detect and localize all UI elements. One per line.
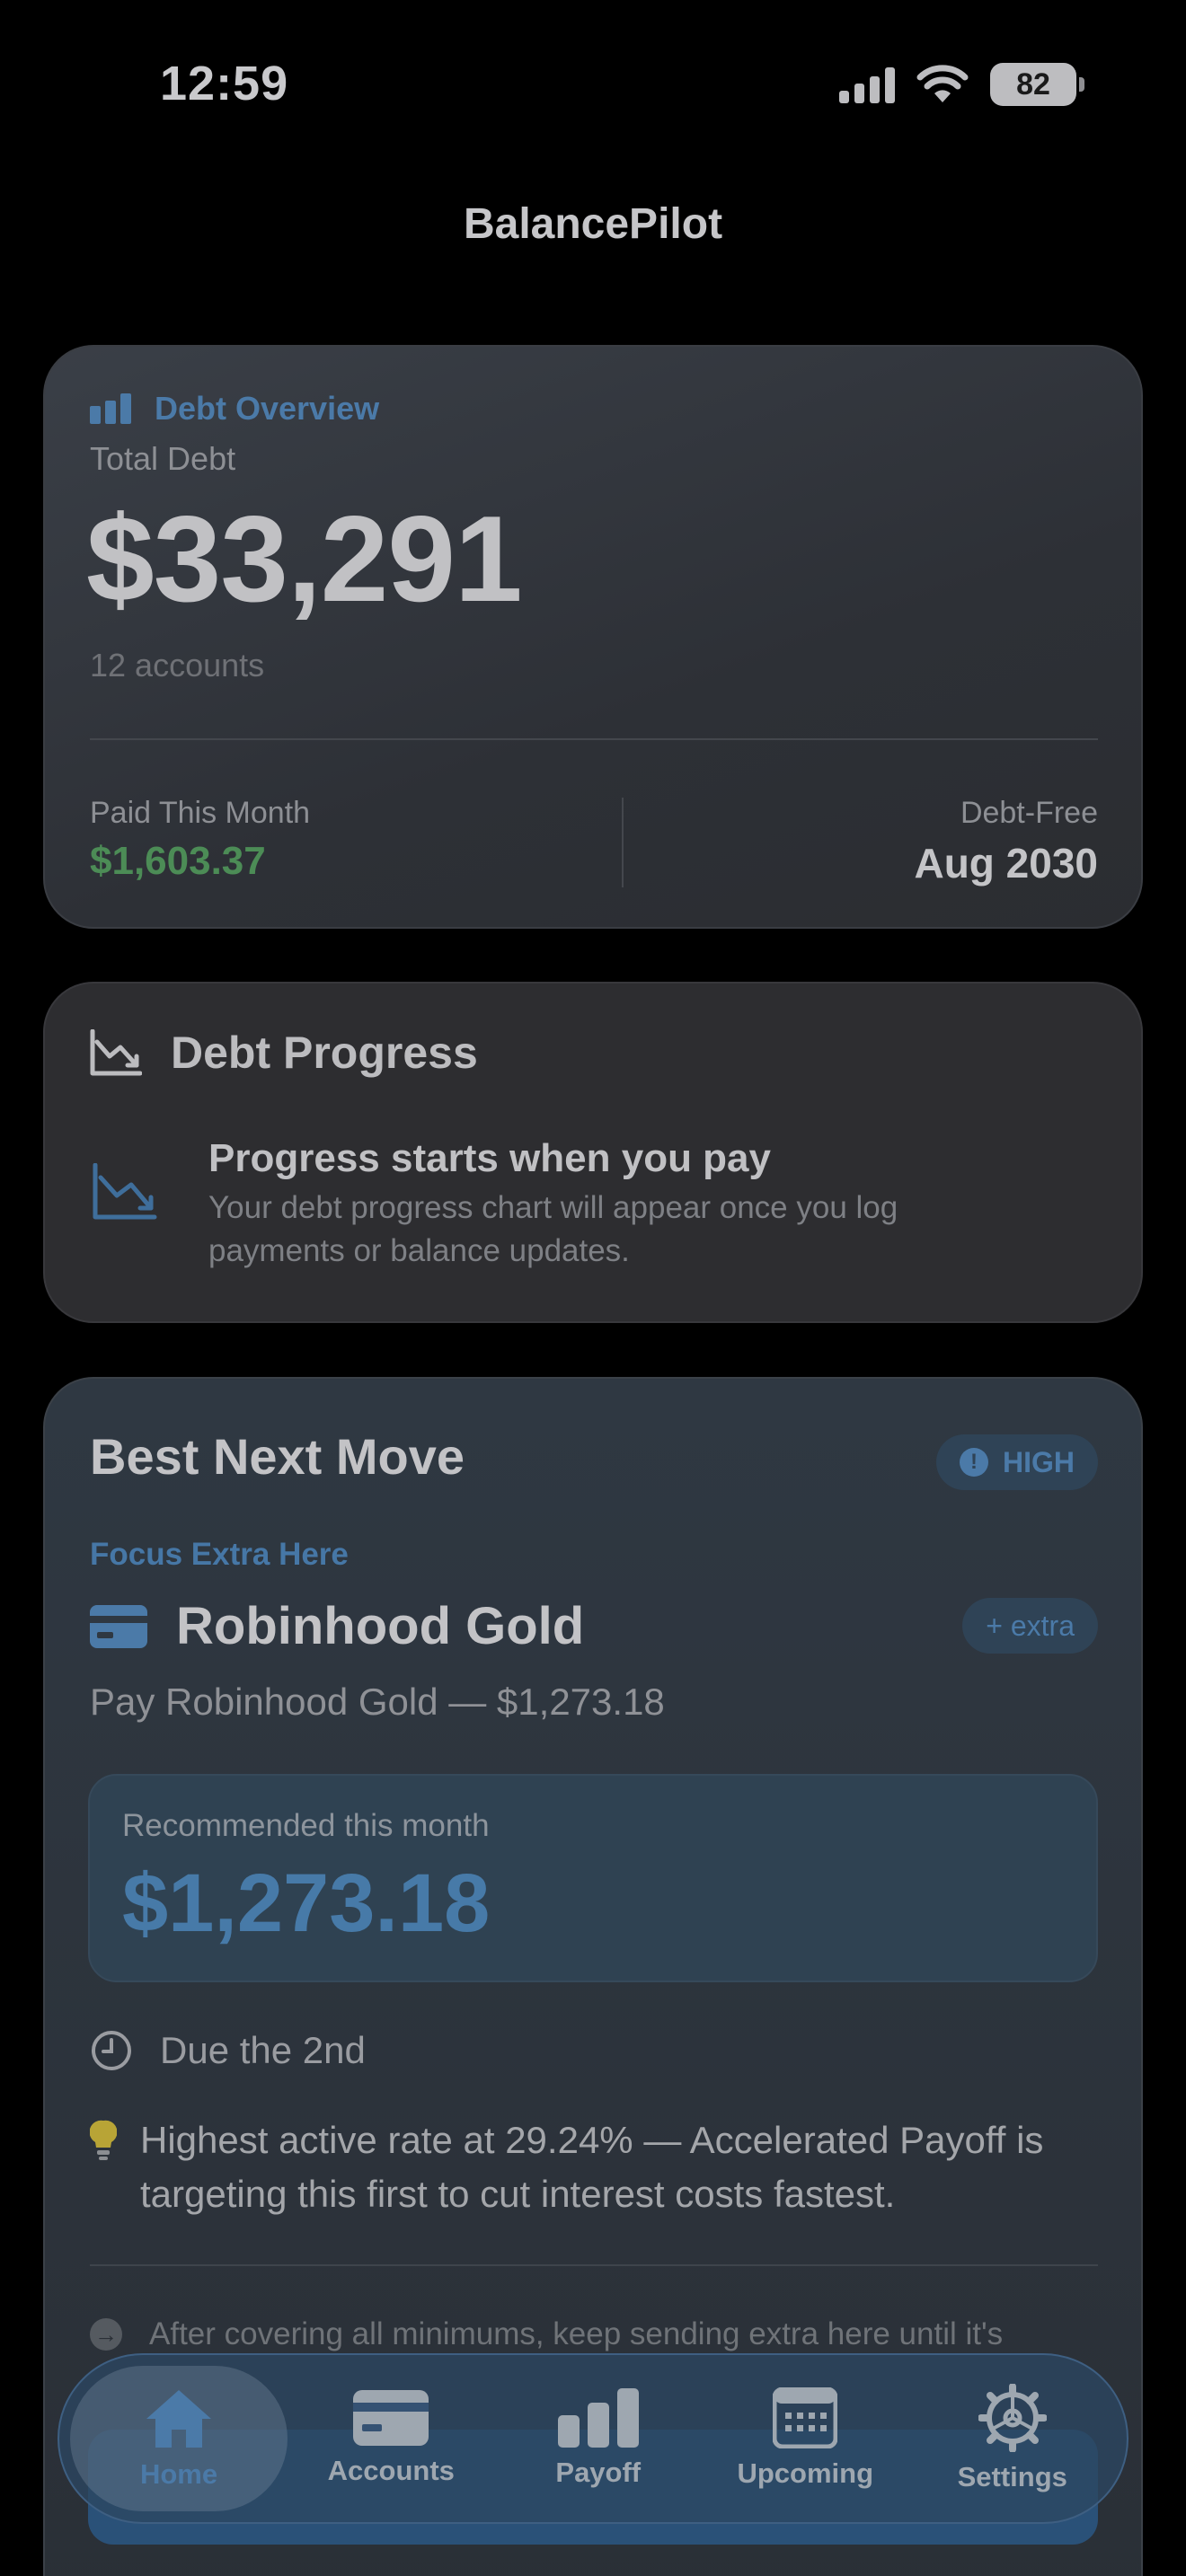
after-text: After covering all minimums, keep sendin… xyxy=(149,2316,1004,2351)
paid-this-month-label: Paid This Month xyxy=(90,796,311,830)
divider xyxy=(90,738,1098,740)
battery-icon: 82 xyxy=(990,63,1084,106)
bar-chart-icon xyxy=(90,393,131,424)
after-row: → After covering all minimums, keep send… xyxy=(90,2313,1120,2356)
gear-icon xyxy=(978,2384,1047,2452)
calendar-icon xyxy=(773,2387,838,2448)
status-indicators: 82 xyxy=(839,63,1084,106)
due-text: Due the 2nd xyxy=(160,2029,366,2071)
tab-label: Upcoming xyxy=(737,2457,874,2489)
extra-badge: + extra xyxy=(962,1598,1098,1654)
progress-title: Debt Progress xyxy=(171,1028,478,1078)
overview-header: Debt Overview xyxy=(90,390,379,428)
focus-label: Focus Extra Here xyxy=(90,1537,349,1572)
total-debt-label: Total Debt xyxy=(90,440,236,477)
empty-state-title: Progress starts when you pay xyxy=(208,1136,771,1180)
battery-level: 82 xyxy=(1016,66,1050,101)
priority-badge: ! HIGH xyxy=(936,1434,1098,1490)
alert-icon: ! xyxy=(960,1448,988,1477)
recommended-box: Recommended this month $1,273.18 xyxy=(88,1774,1098,1982)
tab-settings[interactable]: Settings xyxy=(909,2366,1117,2511)
total-debt-amount: $33,291 xyxy=(86,490,523,627)
paid-this-month-value: $1,603.37 xyxy=(90,839,266,883)
empty-state-body: Your debt progress chart will appear onc… xyxy=(208,1190,898,1268)
app-title: BalancePilot xyxy=(463,200,723,248)
accounts-count: 12 accounts xyxy=(90,647,265,684)
credit-card-icon xyxy=(90,1604,147,1648)
chart-down-icon xyxy=(93,1163,157,1220)
tab-bar: Home Accounts Payoff Upcoming Settings xyxy=(58,2353,1128,2524)
debt-free-date: Aug 2030 xyxy=(914,840,1098,887)
wifi-icon xyxy=(916,65,969,102)
cellular-signal-icon xyxy=(839,66,895,103)
focus-account[interactable]: Robinhood Gold xyxy=(90,1596,584,1656)
tab-label: Settings xyxy=(957,2461,1067,2492)
divider xyxy=(622,798,624,887)
reason-row: Highest active rate at 29.24% — Accelera… xyxy=(90,2113,1093,2221)
account-name: Robinhood Gold xyxy=(176,1597,585,1655)
tab-payoff[interactable]: Payoff xyxy=(495,2366,703,2511)
debt-free-label: Debt-Free xyxy=(960,796,1098,830)
due-row: Due the 2nd xyxy=(90,2029,366,2072)
tab-accounts[interactable]: Accounts xyxy=(288,2366,495,2511)
debt-progress-card[interactable]: Debt Progress Progress starts when you p… xyxy=(43,982,1143,1323)
overview-header-label: Debt Overview xyxy=(155,390,380,427)
divider xyxy=(90,2264,1098,2266)
card-icon xyxy=(353,2390,429,2446)
priority-label: HIGH xyxy=(1003,1445,1075,1478)
reason-text: Highest active rate at 29.24% — Accelera… xyxy=(140,2119,1044,2215)
recommended-amount: $1,273.18 xyxy=(122,1857,491,1949)
house-icon xyxy=(146,2390,211,2448)
best-move-title: Best Next Move xyxy=(90,1428,465,1485)
tab-label: Payoff xyxy=(555,2457,642,2488)
arrow-right-icon: → xyxy=(90,2318,122,2351)
status-bar: 12:59 82 xyxy=(0,0,1186,171)
tab-label: Accounts xyxy=(327,2455,455,2486)
debt-overview-card[interactable]: Debt Overview Total Debt $33,291 12 acco… xyxy=(43,345,1143,929)
tab-upcoming[interactable]: Upcoming xyxy=(702,2366,909,2511)
status-time: 12:59 xyxy=(160,57,289,110)
tab-label: Home xyxy=(139,2458,218,2490)
lightbulb-icon xyxy=(90,2120,117,2160)
progress-header: Debt Progress xyxy=(90,1027,478,1079)
bar-chart-icon xyxy=(557,2388,639,2448)
chart-down-icon xyxy=(90,1029,142,1076)
clock-icon xyxy=(92,2031,131,2070)
recommended-label: Recommended this month xyxy=(122,1808,490,1843)
pay-line: Pay Robinhood Gold — $1,273.18 xyxy=(90,1681,665,1723)
tab-home[interactable]: Home xyxy=(70,2366,288,2511)
